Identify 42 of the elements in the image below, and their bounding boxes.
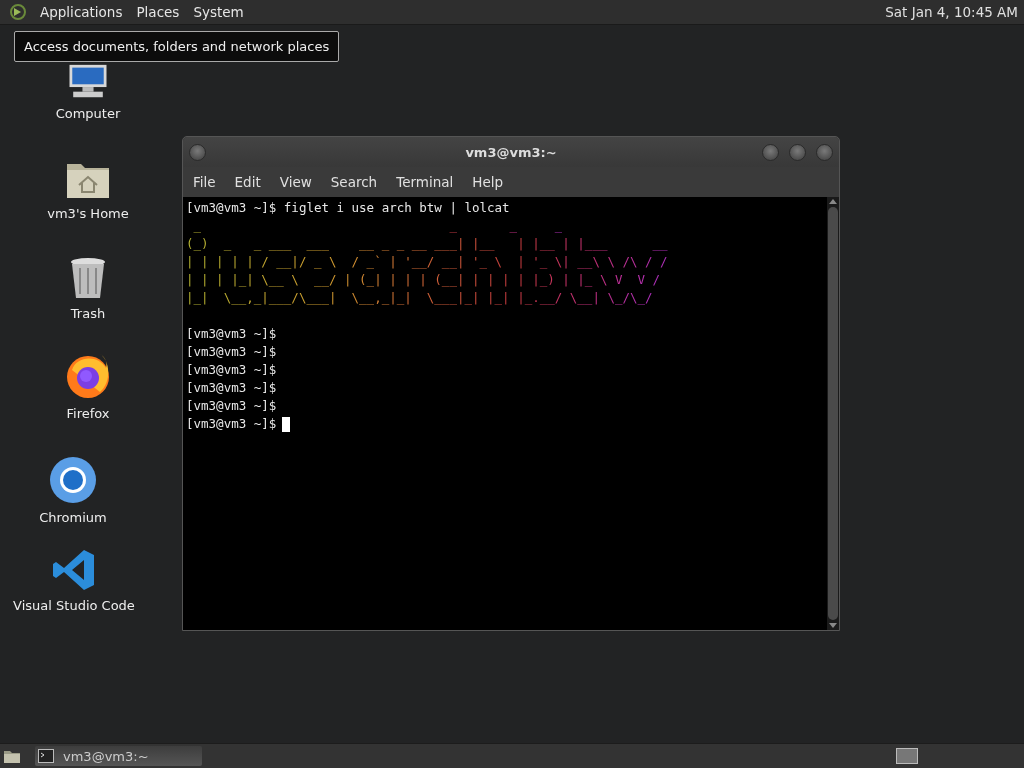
close-button[interactable]	[816, 143, 833, 161]
clock[interactable]: Sat Jan 4, 10:45 AM	[885, 4, 1018, 20]
menu-item[interactable]: File	[187, 172, 223, 192]
scroll-down-arrow-icon[interactable]	[829, 623, 837, 628]
minimize-button[interactable]	[762, 143, 779, 161]
terminal-line: [vm3@vm3 ~]$	[186, 415, 277, 433]
vscode-icon[interactable]	[52, 548, 96, 592]
terminal-line: [vm3@vm3 ~]$	[186, 397, 278, 415]
text-cursor	[282, 416, 291, 432]
desktop-icon-label[interactable]: Computer	[55, 106, 121, 121]
chromium-icon[interactable]	[49, 456, 97, 504]
maximize-button[interactable]	[789, 143, 806, 161]
panel-menu[interactable]: Applications	[33, 2, 130, 22]
desktop-icon-label[interactable]: vm3's Home	[47, 206, 129, 221]
scrollbar[interactable]	[827, 197, 839, 630]
tooltip: Access documents, folders and network places	[14, 31, 340, 62]
terminal-line: [vm3@vm3 ~]$	[186, 343, 278, 361]
terminal-line: [vm3@vm3 ~]$	[186, 361, 278, 379]
menu-logo-icon[interactable]	[9, 3, 27, 21]
desktop-icon-label[interactable]: Firefox	[66, 406, 110, 421]
panel-menu[interactable]: Places	[129, 2, 187, 22]
terminal-line: [vm3@vm3 ~]$ figlet i use arch btw | lolcat	[186, 199, 511, 217]
desktop-icon-label[interactable]: Chromium	[39, 510, 107, 525]
window-title: vm3@vm3:~	[465, 144, 557, 160]
scroll-up-arrow-icon[interactable]	[829, 199, 837, 204]
trash-icon[interactable]	[69, 256, 107, 300]
menu-item[interactable]: View	[273, 172, 319, 192]
terminal-line: [vm3@vm3 ~]$	[186, 325, 278, 343]
show-desktop-icon[interactable]	[3, 748, 21, 764]
menu-item[interactable]: Help	[466, 172, 511, 192]
scrollbar-thumb[interactable]	[828, 207, 838, 620]
menu-item[interactable]: Edit	[228, 172, 268, 192]
workspace-switcher[interactable]	[896, 748, 918, 764]
window-menu-button[interactable]	[189, 143, 206, 161]
terminal-icon	[38, 749, 54, 763]
desktop-icon-label[interactable]: Trash	[70, 306, 106, 321]
panel-menu[interactable]: System	[186, 2, 251, 22]
menu-item[interactable]: Terminal	[390, 172, 461, 192]
taskbar-button[interactable]: vm3@vm3:~	[35, 746, 202, 766]
desktop-icon-label[interactable]: Visual Studio Code	[13, 598, 135, 613]
terminal-line: [vm3@vm3 ~]$	[186, 379, 278, 397]
menu-item[interactable]: Search	[324, 172, 385, 192]
